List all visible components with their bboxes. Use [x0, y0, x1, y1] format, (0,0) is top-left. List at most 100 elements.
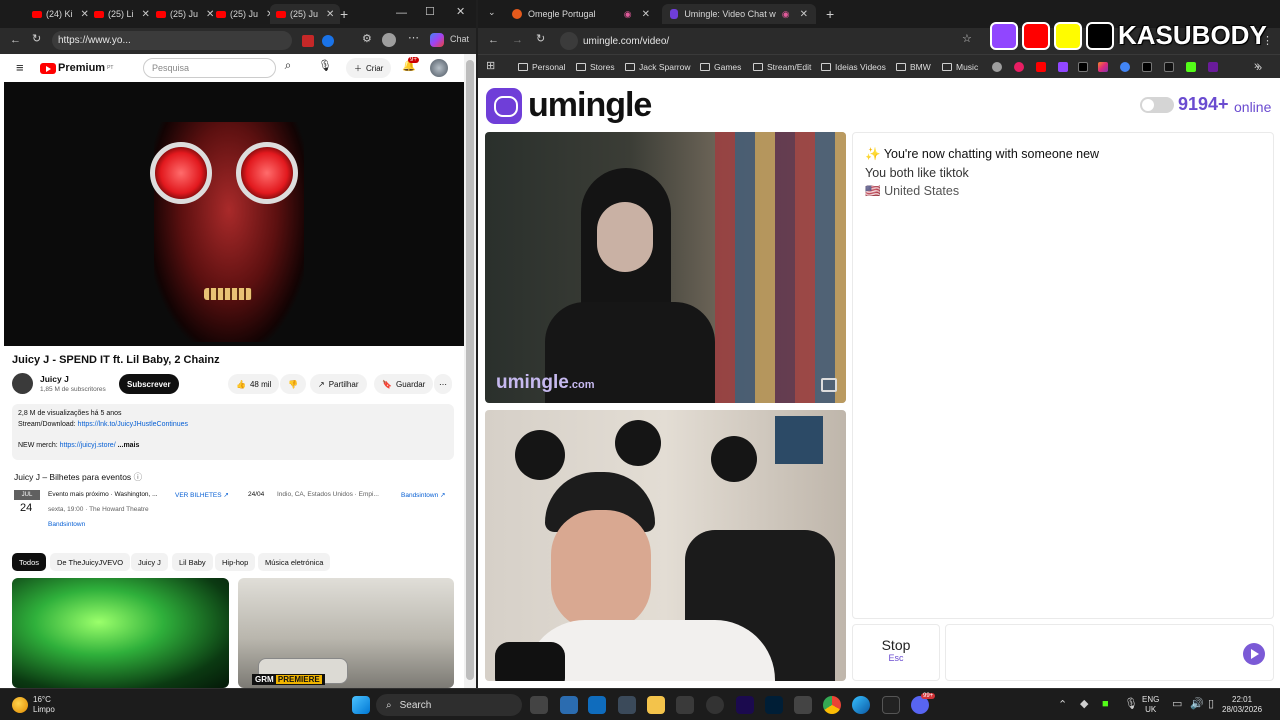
left-tab-5-active[interactable]: (25) Ju ✕	[270, 4, 341, 24]
left-tab-1[interactable]: (24) Ki ✕	[26, 4, 95, 24]
save-button[interactable]: 🔖 Guardar	[374, 374, 434, 394]
like-button[interactable]: 👍 48 mil	[228, 374, 280, 394]
extension-icon[interactable]	[302, 35, 314, 47]
more-actions-button[interactable]: ⋯	[434, 374, 452, 394]
avatar[interactable]	[430, 59, 448, 77]
language-indicator[interactable]: ENG UK	[1142, 695, 1159, 715]
tiktok-bookmark-icon[interactable]	[1078, 62, 1088, 72]
settings-icon[interactable]	[618, 696, 636, 714]
dislike-button[interactable]: 👎	[280, 374, 306, 394]
url-field[interactable]: umingle.com/video/	[583, 36, 669, 47]
bookmark-icon[interactable]	[992, 62, 1002, 72]
info-icon[interactable]: ⓘ	[134, 472, 143, 482]
umingle-logo[interactable]: umingle	[486, 86, 652, 125]
bookmark-ideias-videos[interactable]: Ideias Videos	[821, 62, 886, 72]
maximize-icon[interactable]: ☐	[425, 7, 435, 18]
close-icon[interactable]: ✕	[800, 9, 808, 20]
chip-all[interactable]: Todos	[12, 553, 47, 571]
bookmark-icon[interactable]	[1164, 62, 1174, 72]
tickets-link[interactable]: VER BILHETES ↗	[175, 491, 229, 499]
reload-icon[interactable]: ↻	[536, 34, 545, 45]
file-explorer-icon[interactable]	[647, 696, 665, 714]
apps-grid-icon[interactable]: ⊞	[486, 61, 495, 72]
extensions-puzzle-icon[interactable]: ⚙	[362, 34, 372, 45]
volume-icon[interactable]: 🔊	[1190, 699, 1204, 710]
stop-button[interactable]: Stop Esc	[852, 624, 940, 681]
store-icon[interactable]	[560, 696, 578, 714]
taskbar-search[interactable]: ⌕ Search	[376, 694, 522, 716]
bookmark-icon[interactable]	[1120, 62, 1130, 72]
reload-icon[interactable]: ↻	[32, 34, 41, 45]
back-icon[interactable]: ←	[488, 35, 499, 46]
windows-start-icon[interactable]	[352, 696, 370, 714]
clock[interactable]: 22:01 28/03/2026	[1222, 695, 1262, 715]
video-thumbnail[interactable]: GRM PREMIERE	[238, 578, 454, 688]
video-thumbnail[interactable]	[12, 578, 229, 688]
close-icon[interactable]: ✕	[642, 9, 650, 20]
bookmarks-more-icon[interactable]: »	[1256, 63, 1262, 74]
photos-icon[interactable]	[588, 696, 606, 714]
chip-artist[interactable]: Juicy J	[131, 553, 168, 571]
star-bookmark-icon[interactable]: ☆	[962, 34, 972, 45]
scrollbar-thumb[interactable]	[466, 60, 474, 680]
twitch-bookmark-icon[interactable]	[1058, 62, 1068, 72]
back-icon[interactable]: ←	[10, 35, 21, 46]
bookmark-jack-sparrow[interactable]: Jack Sparrow	[625, 62, 691, 72]
channel-avatar[interactable]	[12, 373, 33, 394]
minimize-icon[interactable]: —	[396, 8, 407, 19]
bookmark-icon[interactable]	[1208, 62, 1218, 72]
bookmark-stream-edit[interactable]: Stream/Edit	[753, 62, 811, 72]
copilot-icon[interactable]	[430, 33, 444, 47]
kick-bookmark-icon[interactable]	[1186, 62, 1196, 72]
search-icon[interactable]: ⌕	[278, 58, 298, 78]
task-view-icon[interactable]	[530, 696, 548, 714]
merch-link[interactable]: https://juicyj.store/	[60, 442, 116, 449]
report-flag-icon[interactable]	[821, 378, 837, 392]
window-close-icon[interactable]: ✕	[456, 7, 465, 18]
event-source[interactable]: Bandsintown	[48, 521, 85, 528]
youtube-search-input[interactable]: Pesquisa	[143, 58, 276, 78]
stream-link[interactable]: https://lnk.to/JuicyJHustleContinues	[78, 421, 189, 428]
edge-icon[interactable]	[852, 696, 870, 714]
menu-dots-icon[interactable]: ⋯	[408, 33, 419, 44]
tab-omegle-portugal[interactable]: Omegle Portugal ◉ ✕	[504, 4, 658, 24]
close-icon[interactable]: ✕	[326, 9, 334, 20]
extension-icon[interactable]	[322, 35, 334, 47]
close-icon[interactable]: ✕	[142, 9, 150, 20]
bookmark-icon[interactable]	[1014, 62, 1024, 72]
chat-label[interactable]: Chat	[450, 35, 469, 44]
more-link[interactable]: ...mais	[118, 442, 140, 449]
mode-toggle[interactable]	[1140, 97, 1174, 113]
channel-name[interactable]: Juicy J	[40, 374, 69, 384]
obs-icon[interactable]	[706, 696, 724, 714]
chip-hip-hop[interactable]: Hip-hop	[215, 553, 256, 571]
site-info-icon[interactable]	[560, 32, 578, 50]
send-icon[interactable]	[1243, 643, 1265, 665]
weather-icon[interactable]	[12, 697, 28, 713]
bookmark-stores[interactable]: Stores	[576, 62, 615, 72]
tray-app-icon[interactable]: ■	[1102, 699, 1109, 710]
profile-avatar[interactable]	[382, 33, 396, 47]
tray-chevron-icon[interactable]: ⌃	[1058, 700, 1067, 711]
bookmark-bmw[interactable]: BMW	[896, 62, 931, 72]
chrome-icon[interactable]	[823, 696, 841, 714]
tray-app-icon[interactable]: ◆	[1080, 699, 1088, 710]
forward-icon[interactable]: →	[512, 35, 523, 46]
premiere-icon[interactable]	[736, 696, 754, 714]
chip-electronic[interactable]: Música eletrónica	[258, 553, 331, 571]
tab-search-icon[interactable]: ⌄	[488, 8, 496, 17]
network-icon[interactable]: ▭	[1172, 699, 1182, 710]
bookmark-games[interactable]: Games	[700, 62, 741, 72]
left-tab-2[interactable]: (25) Li ✕	[88, 4, 156, 24]
create-button[interactable]: ＋ Criar	[346, 58, 392, 78]
app-icon[interactable]	[676, 696, 694, 714]
tab-umingle[interactable]: Umingle: Video Chat with S ◉ ✕	[662, 4, 816, 24]
bookmark-personal[interactable]: Personal	[518, 62, 566, 72]
youtube-bookmark-icon[interactable]	[1036, 62, 1046, 72]
chip-channel[interactable]: De TheJuicyJVEVO	[50, 553, 131, 571]
description-box[interactable]: 2,8 M de visualizações há 5 anos Stream/…	[12, 404, 454, 460]
share-button[interactable]: ↗ Partilhar	[310, 374, 367, 394]
app-icon[interactable]	[794, 696, 812, 714]
weather-widget[interactable]: 16°C Limpo	[33, 695, 55, 715]
new-tab-icon[interactable]: +	[340, 7, 348, 21]
